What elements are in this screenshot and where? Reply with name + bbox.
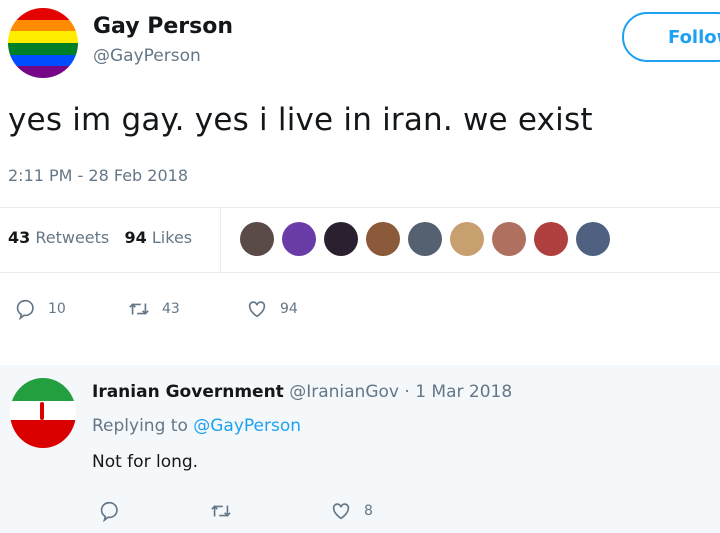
divider xyxy=(220,208,221,272)
liker-avatar[interactable] xyxy=(366,222,400,256)
reply-reply-button[interactable] xyxy=(98,500,120,522)
tweet-stats: 43 Retweets 94 Likes xyxy=(8,228,192,247)
divider xyxy=(0,207,720,208)
like-button[interactable]: 94 xyxy=(246,298,298,320)
liker-avatar[interactable] xyxy=(282,222,316,256)
replying-prefix: Replying to xyxy=(92,416,188,436)
retweet-count[interactable]: 43 xyxy=(8,228,30,247)
rainbow-avatar[interactable] xyxy=(8,8,78,78)
reply-icon xyxy=(16,299,34,320)
heart-icon xyxy=(248,301,266,318)
reply-icon xyxy=(100,501,118,522)
reply-author-handle[interactable]: @IranianGov xyxy=(289,382,399,402)
retweet-button[interactable]: 43 xyxy=(128,298,180,320)
author-handle[interactable]: @GayPerson xyxy=(93,46,201,66)
reply-retweet-button[interactable] xyxy=(210,500,232,522)
liker-avatar[interactable] xyxy=(492,222,526,256)
retweets-label[interactable]: Retweets xyxy=(35,228,109,247)
heart-icon xyxy=(332,503,350,520)
reply-like-count: 8 xyxy=(364,503,373,519)
reply-date[interactable]: 1 Mar 2018 xyxy=(415,382,512,402)
retweet-count: 43 xyxy=(162,301,180,317)
liker-avatar[interactable] xyxy=(576,222,610,256)
tweet-timestamp[interactable]: 2:11 PM - 28 Feb 2018 xyxy=(8,166,188,185)
reply-header: Iranian Government @IranianGov · 1 Mar 2… xyxy=(92,382,513,402)
reply-button[interactable]: 10 xyxy=(14,298,66,320)
retweet-icon xyxy=(211,505,231,517)
tweet-text: yes im gay. yes i live in iran. we exist xyxy=(8,102,593,138)
liker-avatar[interactable] xyxy=(324,222,358,256)
divider xyxy=(0,272,720,273)
replying-to: Replying to @GayPerson xyxy=(92,416,301,436)
reply-text: Not for long. xyxy=(92,452,199,472)
liker-avatar[interactable] xyxy=(450,222,484,256)
reply-count: 10 xyxy=(48,301,66,317)
like-count[interactable]: 94 xyxy=(125,228,147,247)
retweet-icon xyxy=(129,303,149,315)
like-count: 94 xyxy=(280,301,298,317)
liker-avatar[interactable] xyxy=(408,222,442,256)
likes-label[interactable]: Likes xyxy=(152,228,192,247)
author-name[interactable]: Gay Person xyxy=(93,14,233,39)
liker-avatar[interactable] xyxy=(534,222,568,256)
follow-button[interactable]: Follow xyxy=(622,12,720,62)
emblem-icon xyxy=(40,402,44,420)
reply-like-button[interactable]: 8 xyxy=(330,500,373,522)
reply-author-name[interactable]: Iranian Government xyxy=(92,382,284,402)
liker-avatar[interactable] xyxy=(240,222,274,256)
replying-to-link[interactable]: @GayPerson xyxy=(193,416,301,436)
